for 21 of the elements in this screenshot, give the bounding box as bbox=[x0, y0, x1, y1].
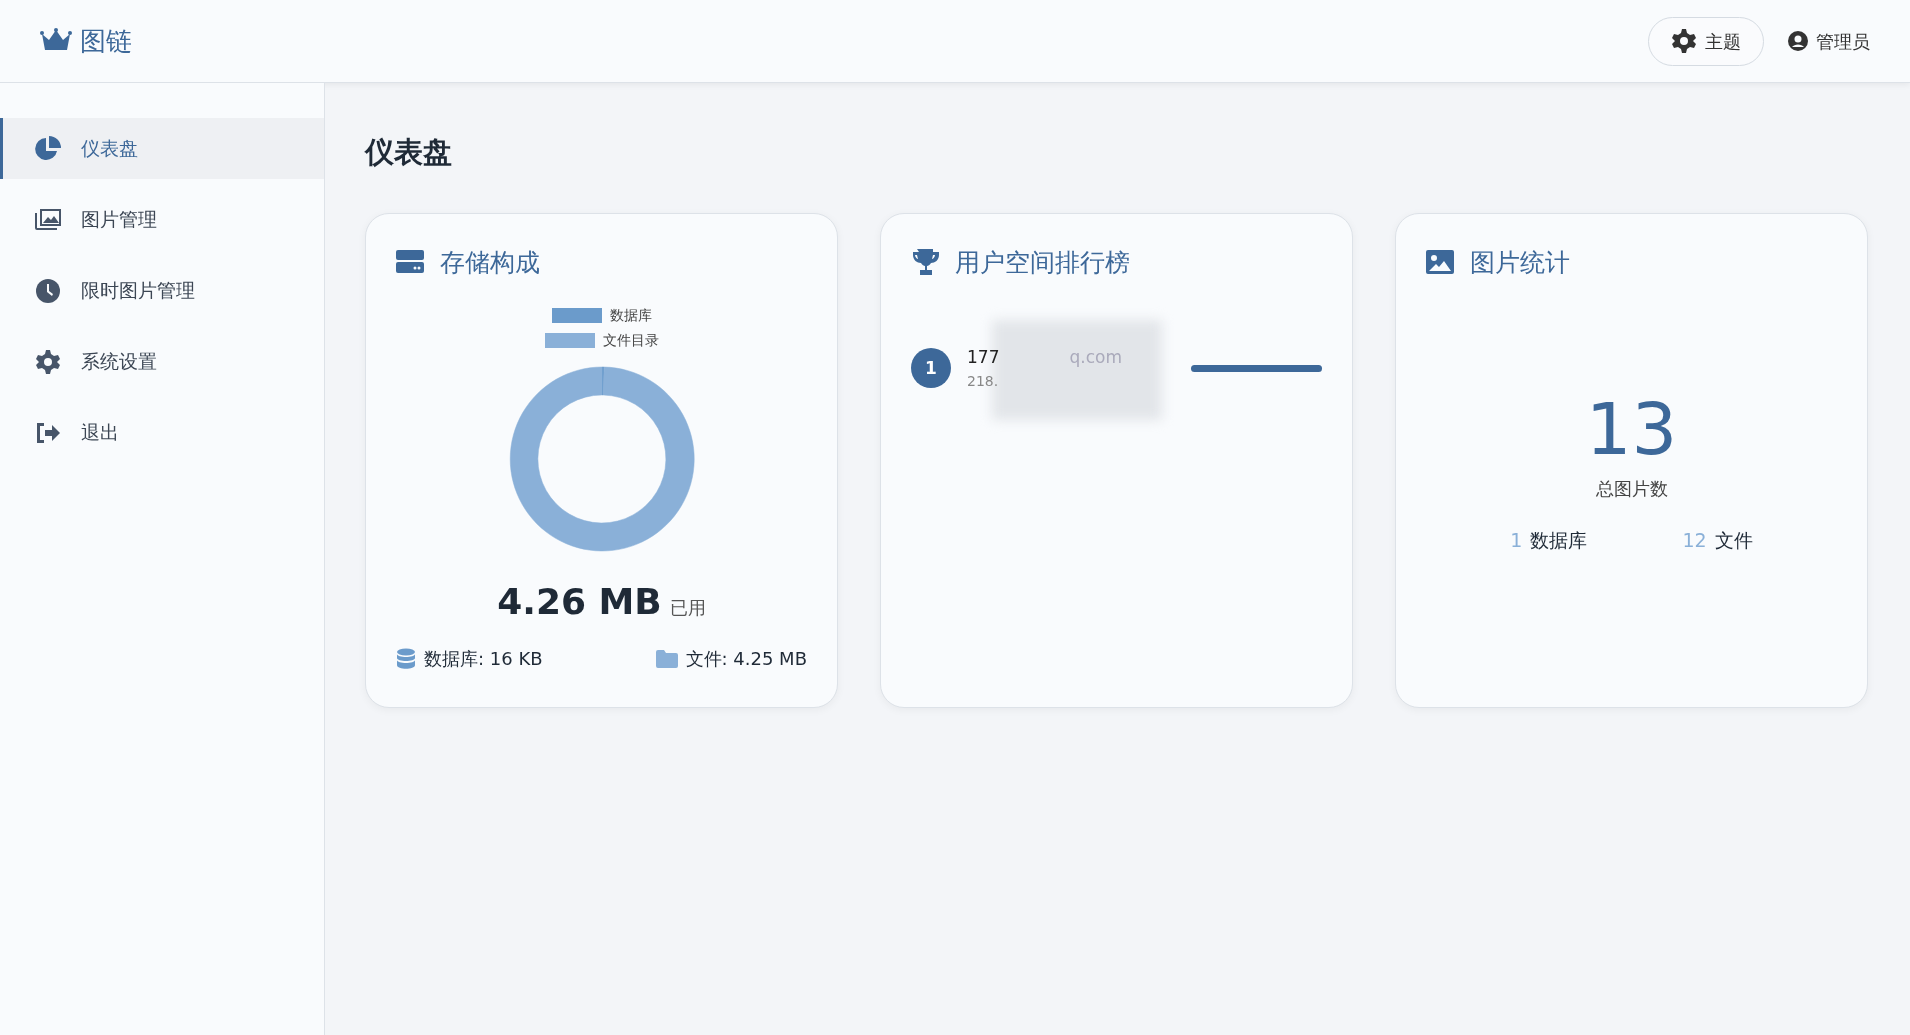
total-images: 13 bbox=[1584, 390, 1679, 470]
used-label: 已用 bbox=[669, 597, 706, 618]
card-title: 用户空间排行榜 bbox=[955, 246, 1130, 279]
card-title: 存储构成 bbox=[440, 246, 540, 279]
rank-badge: 1 bbox=[911, 348, 951, 389]
user-email: 177 bbox=[967, 346, 1000, 369]
file-size: 文件: 4.25 MB bbox=[685, 647, 807, 671]
brand-name: 图链 bbox=[80, 24, 132, 58]
database-label: 数据库 bbox=[1530, 528, 1588, 554]
database-size: 数据库: 16 KB bbox=[424, 647, 543, 671]
legend-label: 数据库 bbox=[609, 306, 652, 325]
user-usage: 218. bbox=[967, 371, 999, 391]
card-title: 图片统计 bbox=[1470, 246, 1570, 279]
file-label: 文件 bbox=[1714, 528, 1753, 554]
file-count: 12 bbox=[1682, 528, 1707, 554]
total-images-label: 总图片数 bbox=[1594, 477, 1669, 502]
legend-label: 文件目录 bbox=[602, 331, 659, 350]
page-title: 仪表盘 bbox=[365, 134, 453, 171]
storage-total: 4.26 MB bbox=[497, 581, 662, 622]
database-count: 1 bbox=[1510, 528, 1523, 554]
user-email: q.com bbox=[1069, 346, 1122, 369]
